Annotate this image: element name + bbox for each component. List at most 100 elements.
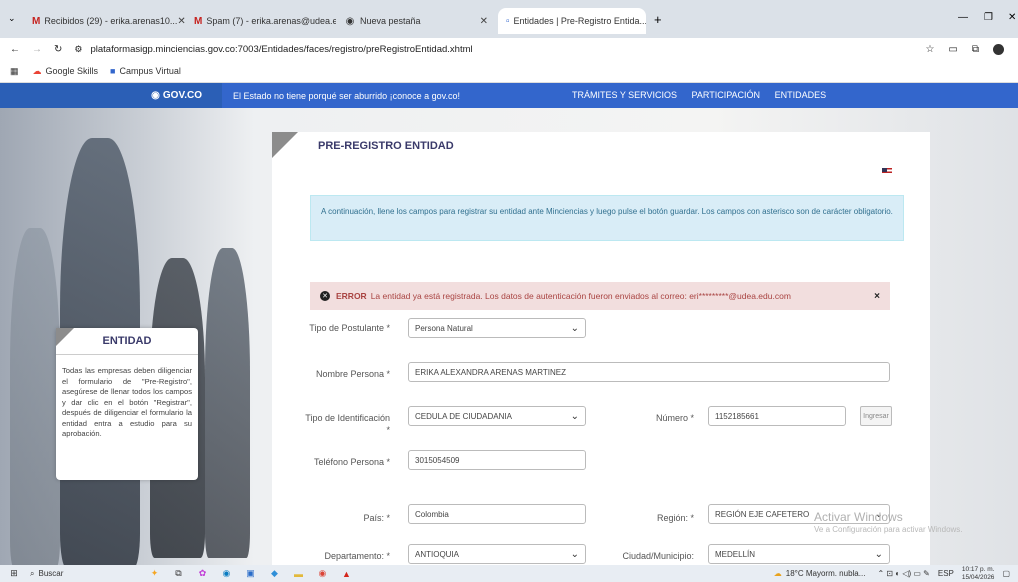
numero-label: Número * <box>655 413 694 423</box>
photos-icon[interactable]: ◆ <box>268 568 280 580</box>
tipo-identificacion-select[interactable]: CEDULA DE CIUDADANIA ⌄ <box>408 406 586 426</box>
explorer-icon[interactable]: ▬ <box>292 568 304 580</box>
notifications-icon[interactable]: ▢ <box>1002 569 1010 578</box>
error-icon: ✕ <box>320 291 330 301</box>
telefono-label: Teléfono Persona * <box>313 457 390 467</box>
govco-logo[interactable]: ◉ GOV.CO <box>0 83 222 108</box>
gmail-icon: M <box>32 15 41 27</box>
pais-field[interactable]: Colombia <box>408 504 586 524</box>
new-tab-button[interactable]: + <box>654 12 662 27</box>
tipo-postulante-select[interactable]: Persona Natural ⌄ <box>408 318 586 338</box>
tab-entidades[interactable]: ▫ Entidades | Pre-Registro Entida... ✕ <box>498 8 646 34</box>
close-tab-icon[interactable]: ✕ <box>177 16 185 27</box>
departamento-select[interactable]: ANTIOQUIA ⌄ <box>408 544 586 564</box>
address-bar-row: ← → ↻ ⚙ plataformasigp.minciencias.gov.c… <box>0 38 1018 60</box>
close-window-icon[interactable]: ✕ <box>1008 12 1016 23</box>
tab-new-tab[interactable]: ◉ Nueva pestaña ✕ <box>336 8 496 34</box>
link-tramites[interactable]: TRÁMITES Y SERVICIOS <box>572 90 677 100</box>
profile-avatar[interactable] <box>993 43 1004 55</box>
ingresar-button[interactable]: Ingresar <box>860 406 892 426</box>
reading-list-icon[interactable]: ▭ <box>948 44 957 55</box>
tipo-identificacion-label: Tipo de Identificación * <box>305 413 390 435</box>
bookmark-campus-virtual[interactable]: ■ Campus Virtual <box>110 66 181 76</box>
chrome-icon[interactable]: ◉ <box>316 568 328 580</box>
link-participacion[interactable]: PARTICIPACIÓN <box>692 90 761 100</box>
panel-corner-decoration <box>272 132 298 158</box>
minimize-icon[interactable]: — <box>958 12 968 23</box>
select-value: Persona Natural <box>415 323 473 333</box>
acrobat-icon[interactable]: ▲ <box>340 568 352 580</box>
restore-icon[interactable]: ❐ <box>984 12 993 23</box>
select-value: REGIÓN EJE CAFETERO <box>715 509 810 519</box>
back-icon[interactable]: ← <box>10 44 20 55</box>
numero-field[interactable]: 1152185661 <box>708 406 846 426</box>
language-flag-icon[interactable] <box>882 168 892 175</box>
info-alert: A continuación, llene los campos para re… <box>310 195 904 241</box>
activation-watermark-hint: Ve a Configuración para activar Windows. <box>814 525 963 534</box>
campus-icon: ■ <box>110 66 116 76</box>
ciudad-label: Ciudad/Municipio: <box>622 551 694 561</box>
govco-shield-icon: ◉ <box>151 90 160 101</box>
tab-label: Nueva pestaña <box>360 16 421 26</box>
select-value: ANTIOQUIA <box>415 549 460 559</box>
form-panel: PRE-REGISTRO ENTIDAD A continuación, lle… <box>272 132 930 565</box>
reload-icon[interactable]: ↻ <box>54 44 62 55</box>
site-info-icon[interactable]: ⚙ <box>74 44 82 55</box>
activation-watermark: Activar Windows <box>814 510 903 524</box>
ciudad-select[interactable]: MEDELLÍN ⌄ <box>708 544 890 564</box>
edge-icon[interactable]: ◉ <box>220 568 232 580</box>
gmail-icon: M <box>194 15 203 27</box>
bookmark-google-skills[interactable]: ☁ Google Skills <box>33 66 99 77</box>
forward-icon[interactable]: → <box>32 44 42 55</box>
clock-time: 10:17 p. m. <box>961 565 995 573</box>
windows-start-icon[interactable]: ⊞ <box>8 568 20 580</box>
close-tab-icon[interactable]: ✕ <box>480 16 488 27</box>
region-label: Región: * <box>656 513 694 523</box>
extensions-icon[interactable]: ⧉ <box>972 44 979 55</box>
tipo-postulante-label: Tipo de Postulante * <box>309 323 390 333</box>
telefono-field[interactable]: 3015054509 <box>408 450 586 470</box>
govco-tagline[interactable]: El Estado no tiene porqué ser aburrido ¡… <box>233 91 460 101</box>
tab-label: Spam (7) - erika.arenas@udea.e... <box>206 16 336 26</box>
apps-icon[interactable]: ▦ <box>10 66 19 77</box>
close-alert-button[interactable]: × <box>874 291 880 302</box>
nombre-field[interactable]: ERIKA ALEXANDRA ARENAS MARTINEZ <box>408 362 890 382</box>
windows-taskbar: ⊞ ⌕ Buscar ✦ ⧉ ✿ ◉ ▣ ◆ ▬ ◉ ▲ ☁ 18°C Mayo… <box>0 565 1018 582</box>
clock-date: 15/04/2026 <box>961 573 995 581</box>
select-value: CEDULA DE CIUDADANIA <box>415 411 512 421</box>
task-view-icon[interactable]: ⧉ <box>172 568 184 580</box>
tab-gmail-inbox[interactable]: M Recibidos (29) - erika.arenas10... ✕ <box>24 8 186 34</box>
page-title: PRE-REGISTRO ENTIDAD <box>318 140 454 152</box>
tab-gmail-spam[interactable]: M Spam (7) - erika.arenas@udea.e... ✕ <box>186 8 336 34</box>
bookmark-star-icon[interactable]: ☆ <box>925 44 934 55</box>
system-tray-icons[interactable]: ⌃ ⊡ ◐ ◁) ▭ ✎ <box>877 569 929 578</box>
error-alert: ✕ ERROR La entidad ya está registrada. L… <box>310 282 890 310</box>
clock[interactable]: 10:17 p. m. 15/04/2026 <box>962 566 995 582</box>
tab-label: Entidades | Pre-Registro Entida... <box>513 16 646 26</box>
departamento-label: Departamento: * <box>324 551 390 561</box>
weather-text[interactable]: 18°C Mayorm. nubla... <box>786 569 866 578</box>
chevron-down-icon: ⌄ <box>570 322 579 334</box>
page-icon: ▫ <box>506 15 510 27</box>
govco-bar: ◉ GOV.CO El Estado no tiene porqué ser ab… <box>0 83 1018 108</box>
url-field[interactable]: plataformasigp.minciencias.gov.co:7003/E… <box>90 44 472 55</box>
browser-tab-bar: ⌄ M Recibidos (29) - erika.arenas10... ✕… <box>0 0 1018 38</box>
entidad-description: Todas las empresas deben diligenciar el … <box>62 366 192 438</box>
store-icon[interactable]: ▣ <box>244 568 256 580</box>
chevron-down-icon: ⌄ <box>874 548 883 560</box>
link-entidades[interactable]: ENTIDADES <box>775 90 827 100</box>
copilot-icon[interactable]: ✿ <box>196 568 208 580</box>
taskbar-search-icon: ⌕ <box>30 568 35 578</box>
bookmarks-bar: ▦ ☁ Google Skills ■ Campus Virtual <box>0 60 1018 83</box>
error-label: ERROR <box>336 291 367 301</box>
govco-links: TRÁMITES Y SERVICIOS PARTICIPACIÓN ENTID… <box>572 90 838 100</box>
tab-list-chevron-icon[interactable]: ⌄ <box>8 13 16 24</box>
govco-logo-text: GOV.CO <box>162 90 202 101</box>
chevron-down-icon: ⌄ <box>570 548 579 560</box>
widgets-icon[interactable]: ✦ <box>148 568 160 580</box>
background-figure <box>10 228 60 565</box>
language-indicator[interactable]: ESP <box>938 569 954 578</box>
entidad-info-box: ENTIDAD Todas las empresas deben diligen… <box>56 328 198 480</box>
select-value: MEDELLÍN <box>715 549 756 559</box>
taskbar-search[interactable]: Buscar <box>38 569 138 578</box>
